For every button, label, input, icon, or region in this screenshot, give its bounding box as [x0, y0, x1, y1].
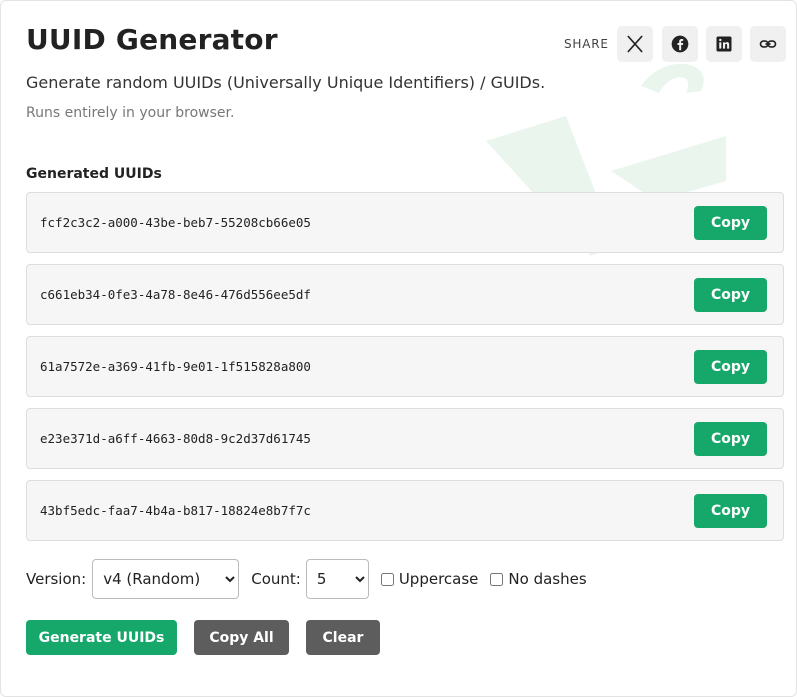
uuid-row: 43bf5edc-faa7-4b4a-b817-18824e8b7f7c Cop…	[26, 480, 784, 541]
uuid-row: e23e371d-a6ff-4663-80d8-9c2d37d61745 Cop…	[26, 408, 784, 469]
copy-uuid-button[interactable]: Copy	[694, 350, 767, 384]
share-facebook-button[interactable]	[662, 26, 698, 62]
uuid-value: e23e371d-a6ff-4663-80d8-9c2d37d61745	[40, 431, 311, 446]
version-select[interactable]: v4 (Random)	[92, 559, 240, 599]
copy-uuid-button[interactable]: Copy	[694, 422, 767, 456]
options-bar: Version: v4 (Random) Count: 5 Uppercase …	[26, 559, 587, 599]
uppercase-checkbox[interactable]	[380, 572, 394, 586]
generated-uuids-label: Generated UUIDs	[26, 166, 162, 182]
share-link-button[interactable]	[750, 26, 786, 62]
main-card: UUID Generator Generate random UUIDs (Un…	[0, 0, 797, 697]
uuid-row: 61a7572e-a369-41fb-9e01-1f515828a800 Cop…	[26, 336, 784, 397]
generate-uuids-button[interactable]: Generate UUIDs	[26, 620, 177, 655]
count-label: Count:	[251, 570, 301, 588]
x-icon	[627, 35, 643, 53]
share-linkedin-button[interactable]	[706, 26, 742, 62]
page-title: UUID Generator	[26, 23, 278, 56]
uppercase-option[interactable]: Uppercase	[380, 570, 479, 588]
copy-uuid-button[interactable]: Copy	[694, 206, 767, 240]
facebook-icon	[671, 35, 689, 53]
version-label: Version:	[26, 570, 87, 588]
page-subtitle: Generate random UUIDs (Universally Uniqu…	[26, 73, 546, 92]
count-select[interactable]: 5	[305, 559, 369, 599]
no-dashes-label: No dashes	[508, 570, 587, 588]
copy-uuid-button[interactable]: Copy	[694, 494, 767, 528]
uuid-value: 61a7572e-a369-41fb-9e01-1f515828a800	[40, 359, 311, 374]
link-icon	[759, 40, 777, 48]
uuid-value: c661eb34-0fe3-4a78-8e46-476d556ee5df	[40, 287, 311, 302]
clear-button[interactable]: Clear	[306, 620, 380, 655]
uuid-value: 43bf5edc-faa7-4b4a-b817-18824e8b7f7c	[40, 503, 311, 518]
uuid-row: fcf2c3c2-a000-43be-beb7-55208cb66e05 Cop…	[26, 192, 784, 253]
share-x-button[interactable]	[617, 26, 653, 62]
no-dashes-option[interactable]: No dashes	[490, 570, 587, 588]
uuid-row: c661eb34-0fe3-4a78-8e46-476d556ee5df Cop…	[26, 264, 784, 325]
copy-all-button[interactable]: Copy All	[194, 620, 289, 655]
share-label: SHARE	[564, 37, 609, 51]
uppercase-label: Uppercase	[398, 570, 479, 588]
linkedin-icon	[716, 36, 732, 52]
browser-note: Runs entirely in your browser.	[26, 105, 235, 121]
uuid-value: fcf2c3c2-a000-43be-beb7-55208cb66e05	[40, 215, 311, 230]
copy-uuid-button[interactable]: Copy	[694, 278, 767, 312]
no-dashes-checkbox[interactable]	[490, 572, 504, 586]
